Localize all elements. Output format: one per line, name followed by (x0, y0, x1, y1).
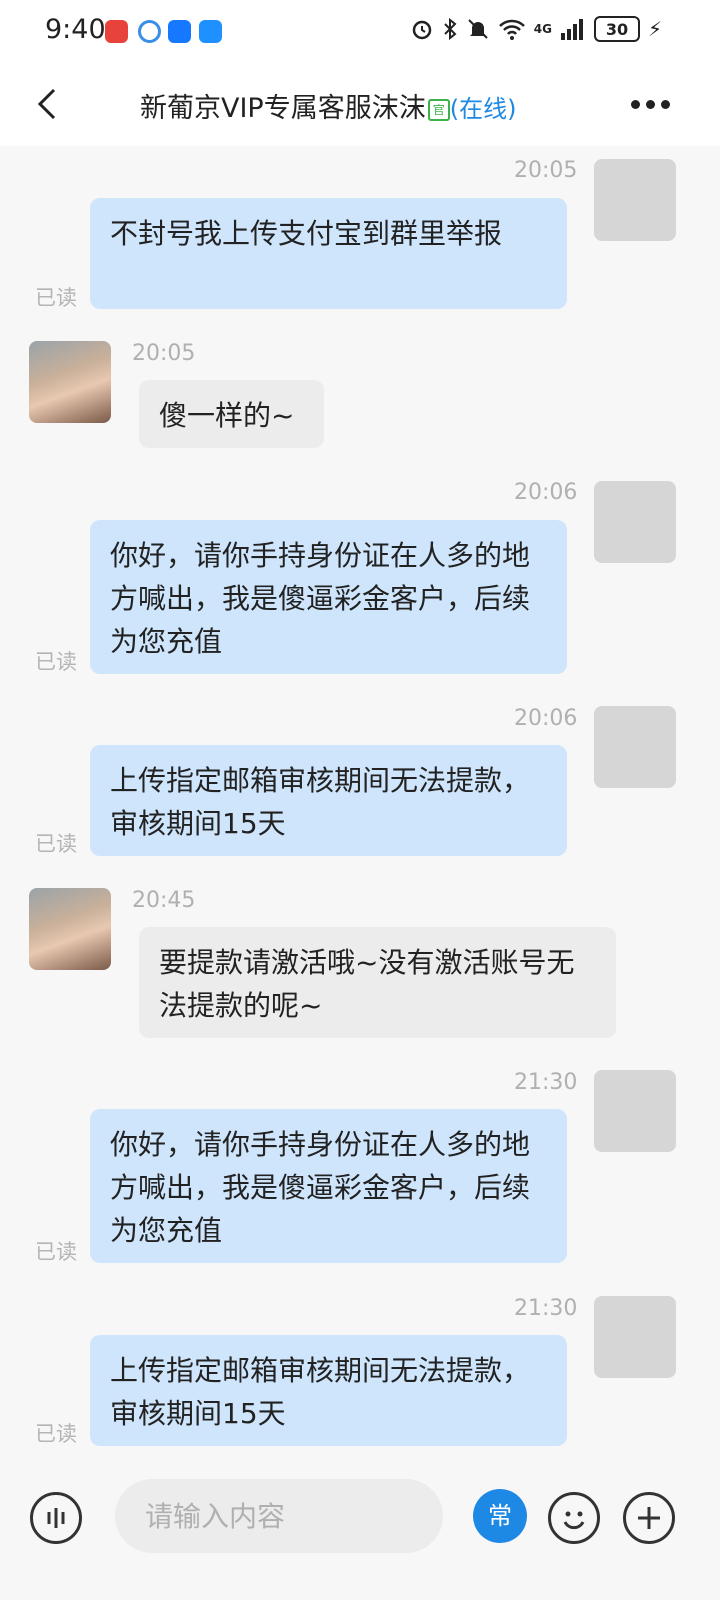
more-options-button[interactable] (623, 1492, 675, 1544)
app-notification-icon (105, 20, 128, 43)
message-bubble-self[interactable]: 上传指定邮箱审核期间无法提款，审核期间15天 (90, 1335, 567, 1446)
self-avatar[interactable] (594, 706, 676, 788)
app-notification-icon (168, 20, 191, 43)
message-bubble-self[interactable]: 不封号我上传支付宝到群里举报 (90, 198, 567, 309)
message-bubble-self[interactable]: 你好，请你手持身份证在人多的地方喊出，我是傻逼彩金客户，后续为您充值 (90, 1109, 567, 1263)
chat-title: 新葡京VIP专属客服沫沫官 (在线) (140, 86, 516, 125)
charging-icon: ⚡ (647, 17, 662, 41)
contact-name: 新葡京VIP专属客服沫沫 (140, 93, 426, 124)
battery-indicator: 30 (593, 16, 640, 42)
read-receipt: 已读 (35, 1240, 77, 1264)
message-input[interactable] (115, 1479, 443, 1553)
bluetooth-icon (444, 17, 457, 41)
wifi-icon (498, 19, 525, 40)
message-bubble-other[interactable]: 要提款请激活哦~没有激活账号无法提款的呢~ (139, 927, 616, 1038)
contact-avatar[interactable] (29, 888, 111, 970)
read-receipt: 已读 (35, 1422, 77, 1446)
online-status: (在线) (449, 95, 517, 123)
input-bar: 常 (0, 1462, 720, 1600)
contact-avatar[interactable] (29, 341, 111, 423)
message-bubble-self[interactable]: 上传指定邮箱审核期间无法提款，审核期间15天 (90, 745, 567, 856)
message-time: 20:06 (514, 480, 578, 505)
emoji-button[interactable] (548, 1492, 600, 1544)
network-type: 4G (533, 22, 552, 36)
message-time: 20:45 (132, 888, 196, 913)
message-time: 21:30 (514, 1296, 578, 1321)
status-bar: 9:40 4G 30 ⚡ (0, 0, 720, 64)
message-time: 20:06 (514, 706, 578, 731)
emoji-icon (563, 1511, 585, 1530)
read-receipt: 已读 (35, 286, 77, 310)
search-app-icon (199, 20, 222, 43)
app-notification-icon (138, 20, 161, 43)
message-bubble-other[interactable]: 傻一样的~ (139, 380, 324, 448)
voice-icon (47, 1508, 65, 1528)
message-time: 20:05 (132, 341, 196, 366)
read-receipt: 已读 (35, 832, 77, 856)
self-avatar[interactable] (594, 1296, 676, 1378)
plus-icon (638, 1507, 660, 1529)
more-dots-icon[interactable] (631, 100, 670, 109)
self-avatar[interactable] (594, 1070, 676, 1152)
voice-button[interactable] (30, 1492, 82, 1544)
self-avatar[interactable] (594, 159, 676, 241)
mute-icon (468, 19, 488, 39)
self-avatar[interactable] (594, 481, 676, 563)
status-icons: 4G 30 ⚡ (410, 16, 662, 42)
chat-header: 新葡京VIP专属客服沫沫官 (在线) (0, 64, 720, 146)
alarm-icon (412, 20, 431, 40)
back-arrow-icon[interactable] (30, 84, 70, 124)
read-receipt: 已读 (35, 650, 77, 674)
message-bubble-self[interactable]: 你好，请你手持身份证在人多的地方喊出，我是傻逼彩金客户，后续为您充值 (90, 520, 567, 674)
signal-icon (560, 19, 583, 40)
message-time: 21:30 (514, 1070, 578, 1095)
status-time: 9:40 (45, 14, 106, 45)
common-phrases-button[interactable]: 常 (473, 1489, 527, 1543)
official-badge: 官 (427, 98, 450, 121)
message-time: 20:05 (514, 158, 578, 183)
